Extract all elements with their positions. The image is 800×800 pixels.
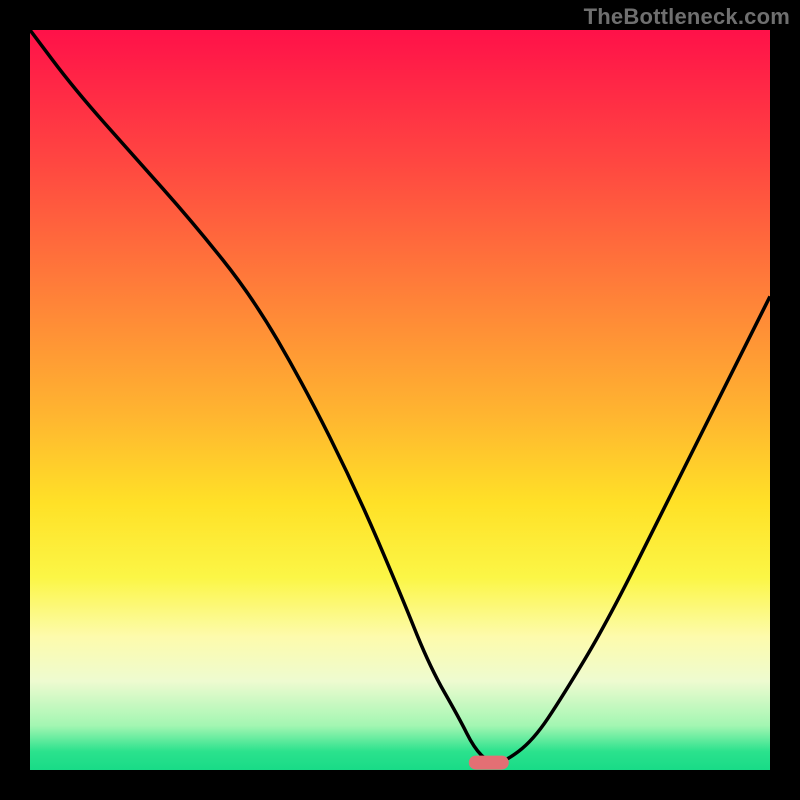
chart-optimal-marker [469,756,509,770]
bottleneck-chart [0,0,800,800]
chart-container: TheBottleneck.com [0,0,800,800]
watermark-label: TheBottleneck.com [584,4,790,30]
chart-plot-area [30,30,770,770]
